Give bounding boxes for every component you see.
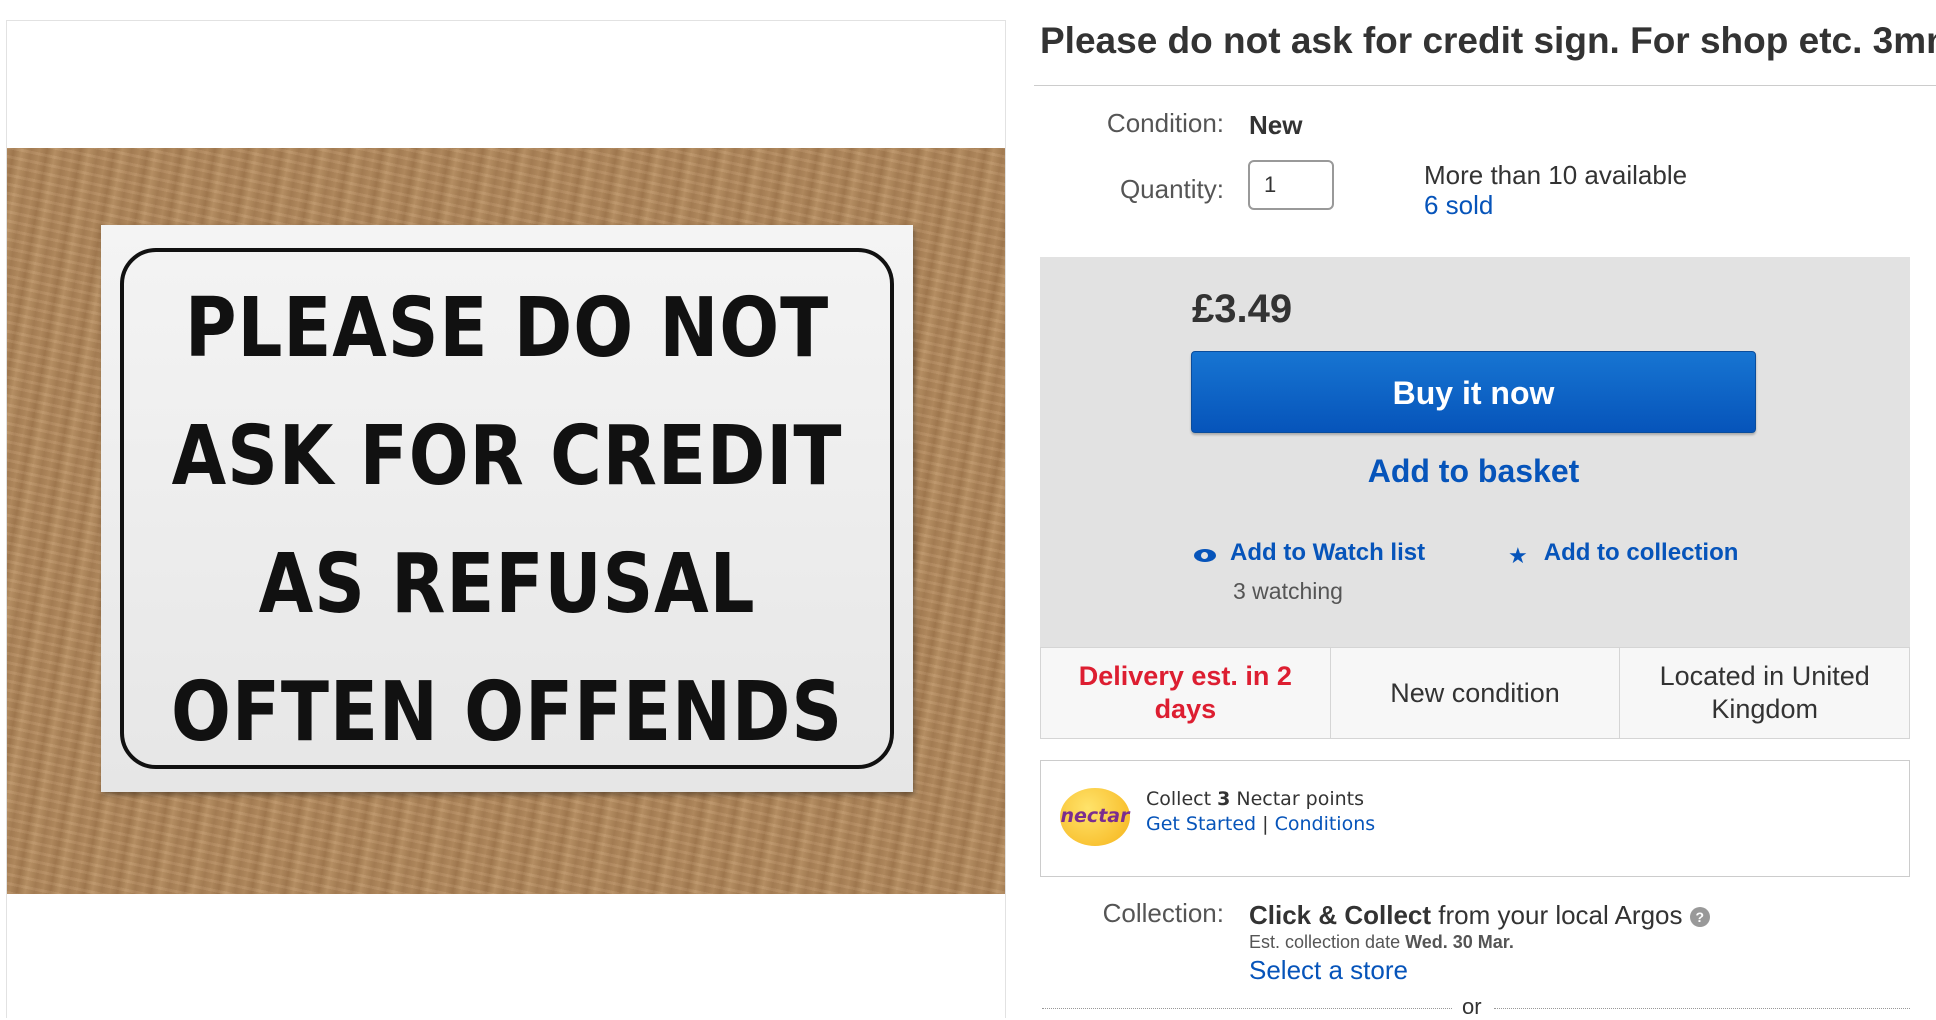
sign-line: AS REFUSAL: [258, 537, 756, 632]
nectar-collect-prefix: Collect: [1146, 788, 1212, 810]
availability-text: More than 10 available: [1424, 160, 1688, 190]
est-collection-prefix: Est. collection date: [1249, 932, 1401, 952]
sign-line: ASK FOR CREDIT: [171, 409, 843, 504]
buy-it-now-button[interactable]: Buy it now: [1191, 351, 1756, 433]
nectar-box: nectar Collect 3 Nectar points Get Start…: [1040, 760, 1910, 877]
star-icon: ★: [1508, 542, 1528, 568]
select-store-link[interactable]: Select a store: [1249, 955, 1408, 986]
est-collection-date: Est. collection date Wed. 30 Mar.: [1249, 932, 1514, 953]
watching-count: 3 watching: [1233, 578, 1343, 604]
nectar-logo: nectar: [1060, 788, 1130, 846]
nectar-conditions-link[interactable]: Conditions: [1275, 813, 1376, 835]
location-badge: Located in United Kingdom: [1619, 648, 1909, 738]
title-divider: [1034, 85, 1936, 86]
help-icon[interactable]: ?: [1689, 907, 1710, 927]
condition-value: New: [1249, 110, 1303, 140]
add-to-watch-list[interactable]: Add to Watch list: [1194, 539, 1425, 567]
sign-line: OFTEN OFFENDS: [171, 665, 843, 760]
collection-label-heading: Collection:: [1102, 898, 1224, 928]
nectar-text: Collect 3 Nectar points Get Started | Co…: [1146, 787, 1375, 837]
sign-plate: PLEASE DO NOT ASK FOR CREDIT AS REFUSAL …: [101, 225, 913, 792]
delivery-estimate: Delivery est. in 2 days: [1078, 661, 1292, 724]
add-to-basket-button[interactable]: Add to basket: [1191, 453, 1756, 490]
est-collection-date-value: Wed. 30 Mar.: [1405, 932, 1514, 952]
product-image-panel: PLEASE DO NOT ASK FOR CREDIT AS REFUSAL …: [6, 20, 1006, 1018]
divider-right: [1494, 1008, 1910, 1009]
click-collect-line: Click & Collect from your local Argos ?: [1249, 900, 1710, 931]
sign-line: PLEASE DO NOT: [184, 281, 830, 376]
eye-icon: [1194, 549, 1216, 563]
quantity-input[interactable]: [1248, 160, 1334, 210]
nectar-get-started-link[interactable]: Get Started: [1146, 813, 1256, 835]
price: £3.49: [1192, 287, 1293, 331]
or-separator: or: [1462, 994, 1482, 1019]
click-collect-bold: Click & Collect: [1249, 900, 1432, 930]
nectar-separator: |: [1262, 813, 1269, 835]
feature-strip: Delivery est. in 2 days New condition Lo…: [1040, 647, 1910, 739]
product-photo[interactable]: PLEASE DO NOT ASK FOR CREDIT AS REFUSAL …: [7, 148, 1005, 894]
sold-count-link[interactable]: 6 sold: [1424, 190, 1493, 221]
add-to-collection[interactable]: ★ Add to collection: [1508, 539, 1738, 569]
nectar-points: 3: [1217, 788, 1231, 810]
quantity-label: Quantity:: [1119, 174, 1224, 204]
collection-label[interactable]: Add to collection: [1544, 539, 1739, 566]
condition-badge: New condition: [1329, 648, 1620, 738]
sign-text: PLEASE DO NOT ASK FOR CREDIT AS REFUSAL …: [158, 265, 856, 777]
listing-title: Please do not ask for credit sign. For s…: [1040, 20, 1936, 61]
watch-list-label[interactable]: Add to Watch list: [1230, 539, 1425, 566]
condition-label: Condition:: [1106, 108, 1224, 138]
divider-left: [1042, 1008, 1452, 1009]
buy-box: £3.49 Buy it now Add to basket Add to Wa…: [1040, 257, 1910, 647]
click-collect-rest: from your local Argos: [1438, 900, 1683, 930]
nectar-collect-suffix: Nectar points: [1236, 788, 1365, 810]
